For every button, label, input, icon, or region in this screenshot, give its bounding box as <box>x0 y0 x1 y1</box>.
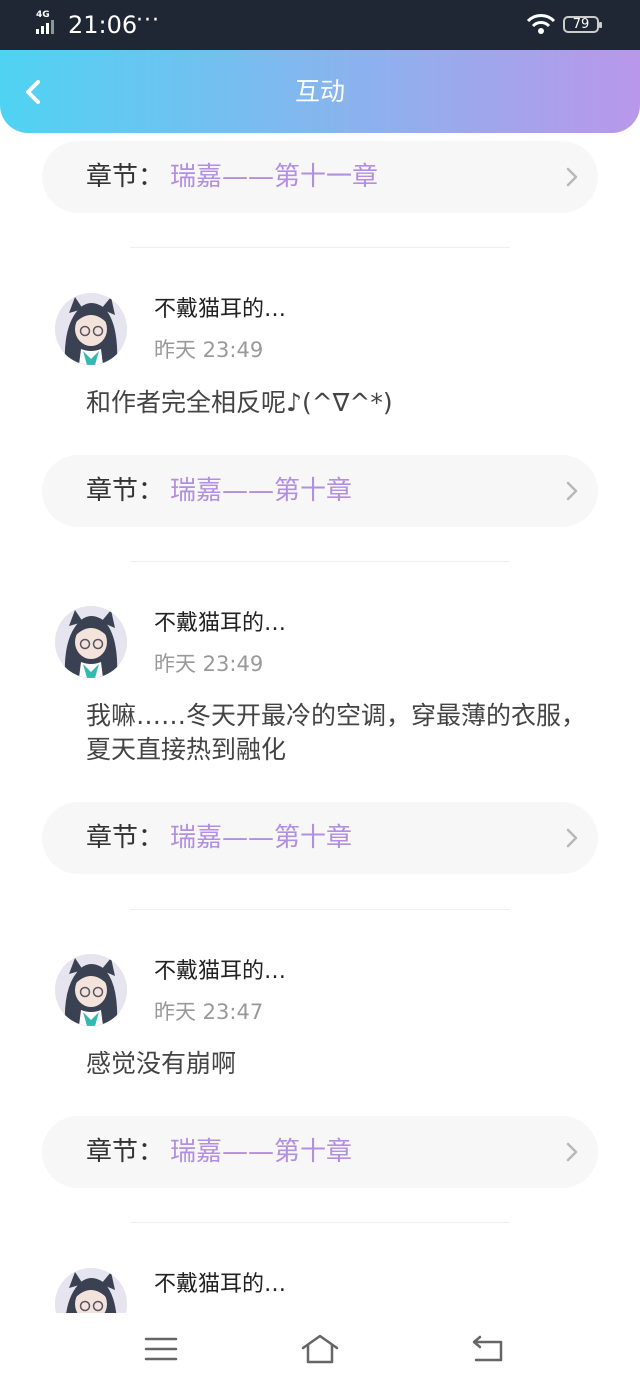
system-nav-bar <box>0 1313 640 1387</box>
comment-feed[interactable]: 章节： 瑞嘉——第十一章 不戴猫耳的… 昨天 23:49 和作者完全相反呢♪(^ <box>0 133 640 1313</box>
chevron-right-icon <box>566 1142 578 1162</box>
chapter-link[interactable]: 章节： 瑞嘉——第十章 <box>42 802 598 874</box>
chapter-name: 瑞嘉——第十一章 <box>170 162 379 192</box>
avatar[interactable] <box>55 606 127 678</box>
avatar-image <box>55 1268 127 1313</box>
divider <box>130 909 510 910</box>
username[interactable]: 不戴猫耳的… <box>154 295 286 325</box>
signal-icon: 4G <box>36 10 62 36</box>
avatar[interactable] <box>55 293 127 365</box>
network-type: 4G <box>36 10 50 20</box>
status-bar: 4G 21:06 ··· 79 <box>0 0 640 50</box>
menu-icon[interactable] <box>141 1331 181 1367</box>
chevron-right-icon <box>566 481 578 501</box>
avatar-image <box>55 954 127 1026</box>
chevron-right-icon <box>566 828 578 848</box>
status-time: 21:06 <box>68 11 138 39</box>
page-header: 互动 <box>0 50 640 133</box>
avatar[interactable] <box>55 1268 127 1313</box>
return-icon[interactable] <box>468 1331 508 1367</box>
battery-icon: 79 <box>563 16 602 33</box>
chapter-link[interactable]: 章节： 瑞嘉——第十章 <box>42 1116 598 1188</box>
chapter-link[interactable]: 章节： 瑞嘉——第十章 <box>42 455 598 527</box>
username[interactable]: 不戴猫耳的… <box>154 957 286 987</box>
wifi-icon <box>526 14 556 34</box>
chapter-label: 章节： <box>86 476 165 506</box>
home-icon[interactable] <box>300 1331 340 1367</box>
avatar[interactable] <box>55 954 127 1026</box>
page-title: 互动 <box>294 77 345 106</box>
comment-text: 我嘛……冬天开最冷的空调，穿最薄的衣服，夏天直接热到融化 <box>86 701 587 764</box>
comment-time: 昨天 23:49 <box>154 652 264 676</box>
battery-level: 79 <box>572 17 590 32</box>
username[interactable]: 不戴猫耳的… <box>154 609 286 639</box>
divider <box>130 561 510 562</box>
chevron-right-icon <box>566 167 578 187</box>
notification-dots: ··· <box>136 8 160 33</box>
chapter-label: 章节： <box>86 162 165 192</box>
chapter-link[interactable]: 章节： 瑞嘉——第十一章 <box>42 141 598 213</box>
avatar-image <box>55 293 127 365</box>
chapter-label: 章节： <box>86 823 165 853</box>
chapter-name: 瑞嘉——第十章 <box>170 823 353 853</box>
comment-text: 和作者完全相反呢♪(^∇^*) <box>86 388 393 417</box>
chapter-name: 瑞嘉——第十章 <box>170 476 353 506</box>
comment-time: 昨天 23:47 <box>154 1000 264 1024</box>
username[interactable]: 不戴猫耳的… <box>154 1270 286 1300</box>
chapter-label: 章节： <box>86 1137 165 1167</box>
divider <box>130 1222 510 1223</box>
chapter-name: 瑞嘉——第十章 <box>170 1137 353 1167</box>
comment-text: 感觉没有崩啊 <box>86 1049 237 1078</box>
avatar-image <box>55 606 127 678</box>
comment-time: 昨天 23:49 <box>154 338 264 362</box>
divider <box>130 247 510 248</box>
